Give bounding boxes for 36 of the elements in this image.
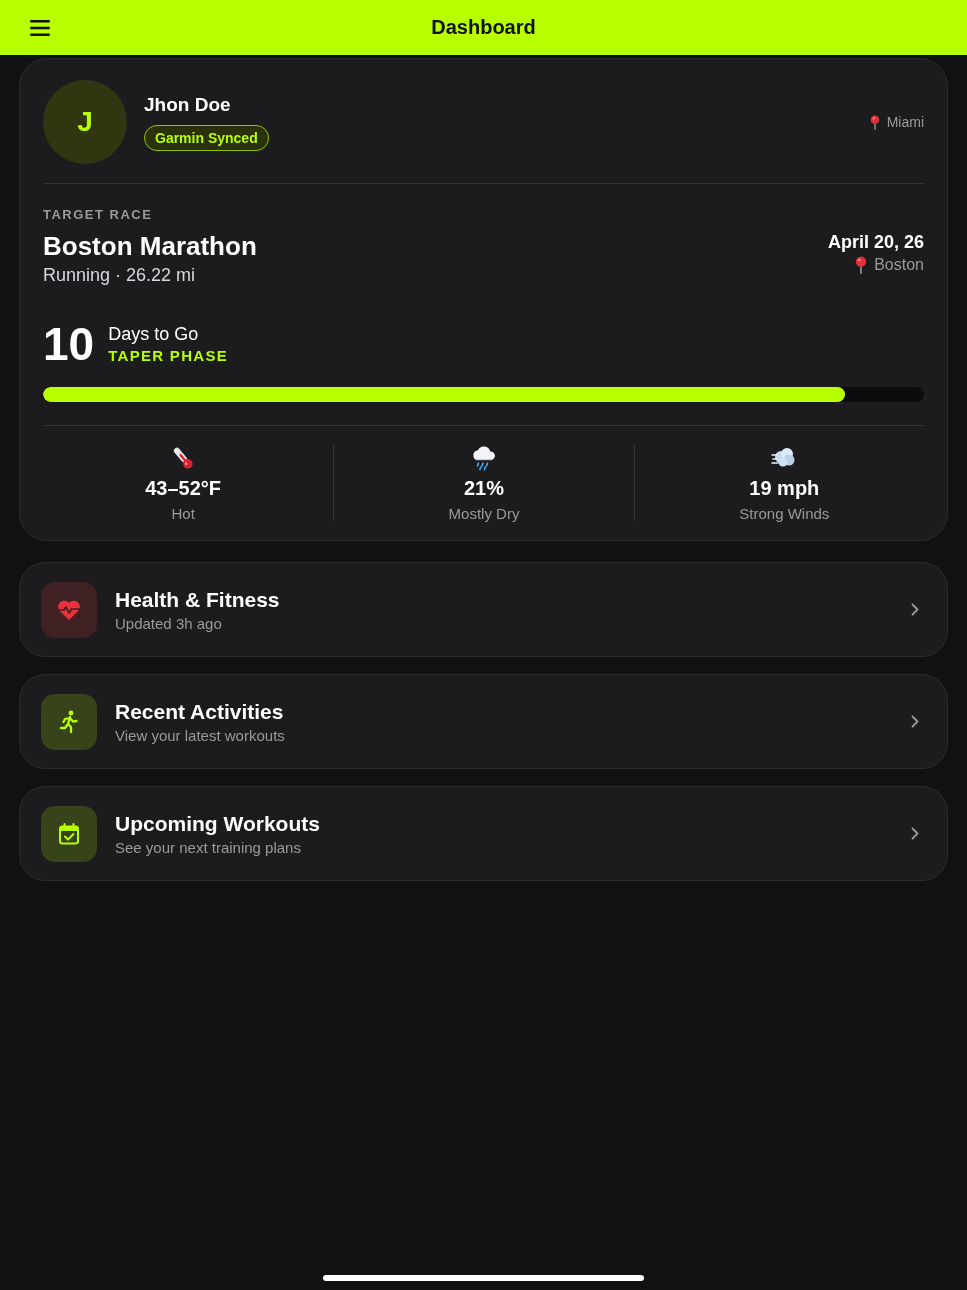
card-title: Health & Fitness bbox=[115, 587, 280, 612]
phase-label: TAPER PHASE bbox=[108, 347, 229, 364]
chevron-right-icon bbox=[911, 827, 919, 840]
weather-value: 19 mph bbox=[749, 477, 820, 500]
card-subtitle: Updated 3h ago bbox=[115, 614, 222, 632]
location-text: Miami bbox=[886, 114, 924, 130]
race-details: Running · 26.22 mi bbox=[43, 265, 196, 286]
card-title: Upcoming Workouts bbox=[115, 811, 320, 836]
race-name: Boston Marathon bbox=[43, 231, 257, 261]
chevron-right-icon bbox=[911, 603, 919, 616]
days-label: Days to Go bbox=[108, 324, 199, 345]
nav-card[interactable]: Recent Activities View your latest workouts bbox=[19, 674, 948, 769]
weather-label: Strong Winds bbox=[739, 505, 830, 522]
race-location: Boston bbox=[874, 256, 924, 274]
section-label: TARGET RACE bbox=[43, 207, 153, 222]
weather-label: Mostly Dry bbox=[448, 505, 520, 522]
card-subtitle: See your next training plans bbox=[115, 838, 301, 856]
weather-value: 43–52°F bbox=[145, 477, 222, 500]
nav-card[interactable]: Upcoming Workouts See your next training plans bbox=[19, 786, 948, 881]
rain-cloud-icon bbox=[471, 445, 497, 471]
chevron-right-icon bbox=[911, 715, 919, 728]
race-date: April 20, 26 bbox=[827, 232, 924, 253]
days-count: 10 bbox=[43, 321, 95, 367]
weather-label: Hot bbox=[171, 505, 195, 522]
synced-badge: Garmin Synced bbox=[144, 124, 269, 151]
card-title: Recent Activities bbox=[115, 699, 284, 724]
pin-icon bbox=[855, 256, 868, 274]
card-subtitle: View your latest workouts bbox=[115, 726, 285, 744]
pin-icon bbox=[869, 114, 880, 130]
weather-value: 21% bbox=[463, 477, 504, 500]
page-title: Dashboard bbox=[431, 16, 536, 39]
menu-button[interactable] bbox=[30, 19, 50, 36]
menu-icon bbox=[30, 19, 50, 36]
avatar-initial: J bbox=[43, 80, 127, 164]
nav-card[interactable]: Health & Fitness Updated 3h ago bbox=[19, 562, 948, 657]
user-name: Jhon Doe bbox=[144, 93, 231, 116]
